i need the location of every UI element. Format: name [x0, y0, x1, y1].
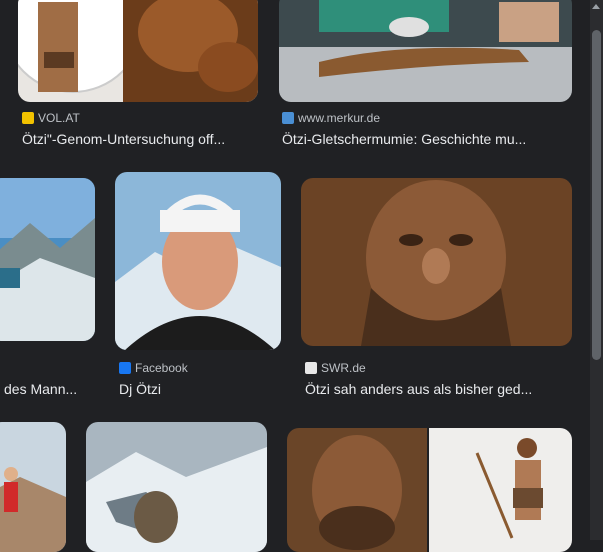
- result-title-swr[interactable]: Ötzi sah anders aus als bisher ged...: [305, 381, 572, 397]
- image-result-alps[interactable]: [0, 178, 95, 341]
- source-volat[interactable]: VOL.AT: [22, 111, 80, 125]
- result-image: [115, 172, 281, 350]
- swr-favicon-icon: [305, 362, 317, 374]
- result-title-volat[interactable]: Ötzi"-Genom-Untersuchung off...: [22, 131, 262, 147]
- facebook-favicon-icon: [119, 362, 131, 374]
- image-result-swr[interactable]: [301, 178, 572, 346]
- image-result-glacier[interactable]: [86, 422, 267, 552]
- scroll-up-icon[interactable]: [592, 4, 600, 9]
- result-title-merkur[interactable]: Ötzi-Gletschermumie: Geschichte mu...: [282, 131, 572, 147]
- result-title-facebook[interactable]: Dj Ötzi: [119, 381, 279, 397]
- result-title-alps[interactable]: des Mann...: [4, 381, 94, 397]
- volat-favicon-icon: [22, 112, 34, 124]
- result-image: [0, 422, 66, 552]
- result-image: [86, 422, 267, 552]
- image-result-merkur[interactable]: [279, 0, 572, 102]
- image-result-facebook[interactable]: [115, 172, 281, 350]
- image-result-volat[interactable]: [18, 0, 258, 102]
- scrollbar-thumb[interactable]: [592, 30, 601, 360]
- source-merkur[interactable]: www.merkur.de: [282, 111, 380, 125]
- image-result-climber[interactable]: [0, 422, 66, 552]
- result-image: [287, 428, 572, 552]
- image-result-reconstruction[interactable]: [287, 428, 572, 552]
- result-image: [301, 178, 572, 346]
- page-scrollbar[interactable]: [590, 0, 603, 540]
- merkur-favicon-icon: [282, 112, 294, 124]
- source-facebook[interactable]: Facebook: [119, 361, 188, 375]
- source-swr[interactable]: SWR.de: [305, 361, 366, 375]
- result-image: [0, 178, 95, 341]
- result-image: [279, 0, 572, 102]
- result-image: [18, 0, 258, 102]
